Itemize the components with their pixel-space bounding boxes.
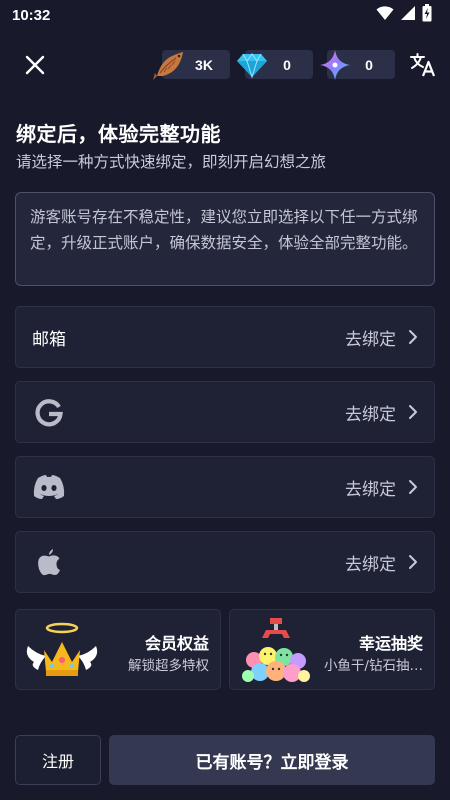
translate-button[interactable] — [408, 52, 438, 82]
diamond-icon — [235, 48, 269, 82]
bind-apple-row[interactable]: 去绑定 — [15, 531, 435, 593]
page-subtitle: 请选择一种方式快速绑定，即刻开启幻想之旅 — [16, 153, 327, 171]
winged-crown-image — [22, 616, 102, 686]
guest-account-notice: 游客账号存在不稳定性，建议您立即选择以下任一方式绑定，升级正式账户，确保数据安全… — [15, 192, 435, 286]
status-icons — [376, 4, 432, 26]
bind-google-row[interactable]: 去绑定 — [15, 381, 435, 443]
bind-apple-action: 去绑定 — [345, 554, 396, 575]
close-icon — [25, 55, 45, 79]
chevron-right-icon — [406, 327, 420, 347]
signal-icon — [400, 5, 416, 25]
status-bar: 10:32 — [0, 0, 450, 30]
google-icon — [32, 395, 66, 429]
diamond-currency-value: 0 — [283, 56, 291, 73]
close-button[interactable] — [20, 52, 50, 82]
membership-title: 会员权益 — [144, 634, 209, 653]
page-title: 绑定后，体验完整功能 — [16, 122, 221, 146]
bind-email-action: 去绑定 — [345, 329, 396, 350]
chevron-right-icon — [406, 402, 420, 422]
bind-google-action: 去绑定 — [345, 404, 396, 425]
top-bar: 3K 0 0 — [0, 44, 450, 88]
lucky-draw-subtitle: 小鱼干/钻石抽… — [323, 658, 423, 674]
chevron-right-icon — [406, 552, 420, 572]
bind-discord-row[interactable]: 去绑定 — [15, 456, 435, 518]
battery-icon — [422, 4, 432, 26]
fish-icon — [152, 48, 186, 82]
membership-card[interactable]: 会员权益 解锁超多特权 — [15, 609, 221, 690]
sparkle-star-icon — [318, 48, 352, 82]
lucky-draw-title: 幸运抽奖 — [358, 634, 423, 653]
bind-email-row[interactable]: 邮箱 去绑定 — [15, 306, 435, 368]
discord-icon — [32, 470, 66, 504]
claw-machine-image — [236, 616, 316, 686]
register-button[interactable]: 注册 — [15, 735, 101, 785]
apple-icon — [32, 545, 66, 579]
lucky-draw-card[interactable]: 幸运抽奖 小鱼干/钻石抽… — [229, 609, 435, 690]
wifi-icon — [376, 5, 394, 25]
chevron-right-icon — [406, 477, 420, 497]
bind-discord-action: 去绑定 — [345, 479, 396, 500]
translate-icon — [410, 53, 436, 81]
star-currency-value: 0 — [365, 56, 373, 73]
status-time: 10:32 — [12, 6, 51, 24]
login-button[interactable]: 已有账号？立即登录 — [109, 735, 435, 785]
email-label: 邮箱 — [32, 329, 66, 350]
membership-subtitle: 解锁超多特权 — [128, 658, 209, 674]
